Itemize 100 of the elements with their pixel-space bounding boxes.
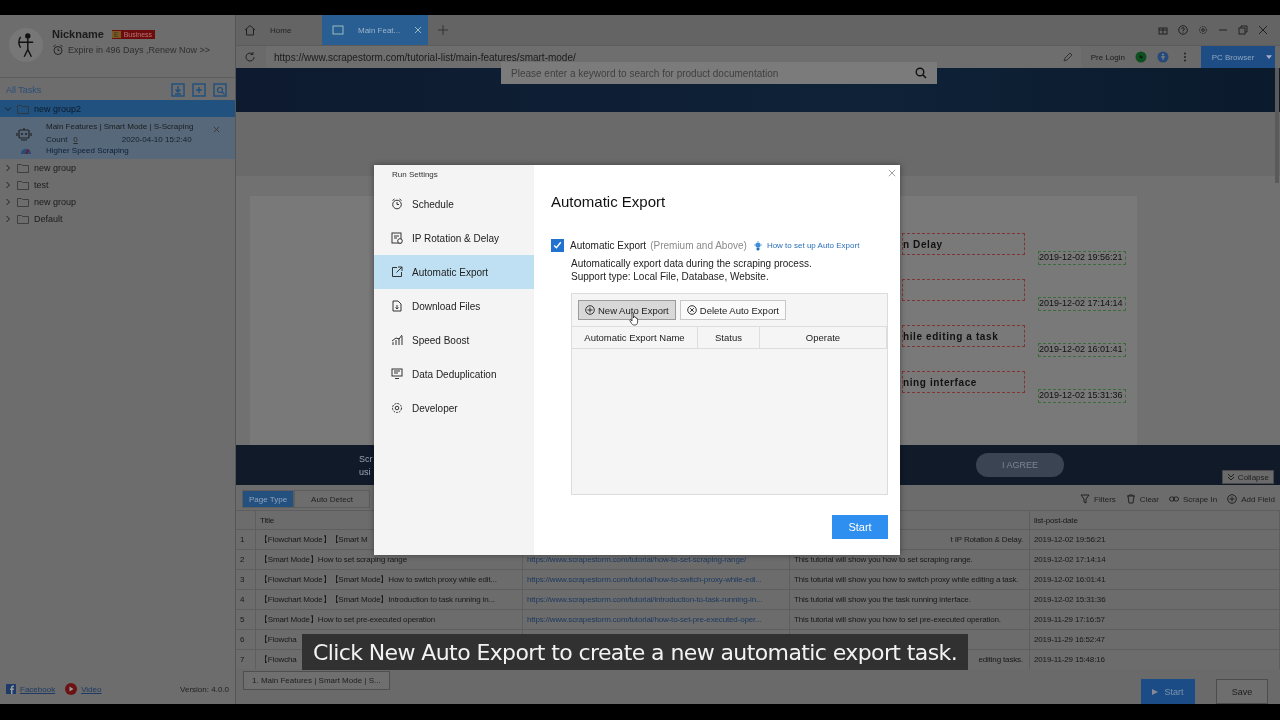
import-icon[interactable]	[171, 83, 185, 97]
lightbulb-icon	[752, 240, 763, 251]
reload-icon[interactable]	[244, 51, 256, 63]
trash-icon	[1125, 494, 1136, 504]
table-cell: This tutorial will show you how to set scraping range.	[794, 555, 973, 564]
bar-chart-icon	[391, 334, 403, 346]
count-label: Count	[46, 135, 68, 144]
pre-login-link[interactable]: Pre Login	[1090, 52, 1125, 62]
settings-nav-item[interactable]: Data Deduplication	[374, 357, 534, 391]
video-caption: Click New Auto Export to create a new automatic export task.	[302, 634, 968, 670]
settings-nav-item[interactable]: Speed Boost	[374, 323, 534, 357]
mode-tab[interactable]: Auto Detect	[294, 490, 370, 508]
post-date: 2019-12-02 19:56:21	[1038, 251, 1126, 265]
row-number: 6	[236, 630, 256, 649]
table-cell: https://www.scrapestorm.com/tutorial/how-to-set-pre-executed-oper...	[527, 615, 762, 624]
task-group[interactable]: test	[0, 176, 235, 193]
start-button[interactable]: Start	[1141, 679, 1195, 704]
tutorial-title[interactable]	[902, 279, 1025, 301]
robot-icon	[16, 126, 32, 142]
settings-nav-item[interactable]: Download Files	[374, 289, 534, 323]
toolbar-button[interactable]: Scrape In	[1163, 494, 1223, 504]
table-cell: https://www.scrapestorm.com/tutorial/introduction-to-task-running-in...	[527, 595, 763, 604]
browser-tab[interactable]: Main Feat...	[322, 15, 429, 45]
task-group[interactable]: new group	[0, 159, 235, 176]
collapse-button[interactable]: Collapse	[1221, 470, 1274, 484]
close-icon[interactable]	[888, 169, 896, 177]
settings-icon[interactable]	[1198, 25, 1208, 35]
settings-nav-item[interactable]: Automatic Export	[374, 255, 534, 289]
post-date: 2019-12-02 17:14:14	[1038, 297, 1126, 311]
pencil-icon[interactable]	[1062, 52, 1073, 62]
add-icon[interactable]	[192, 83, 206, 97]
post-date: 2019-12-02 16:01:41	[1038, 343, 1126, 357]
speedometer-icon	[20, 146, 32, 155]
avatar-icon[interactable]	[8, 27, 44, 63]
dialog-title: Run Settings	[391, 169, 438, 181]
hand-cursor-icon	[629, 312, 639, 326]
row-number: 5	[236, 610, 256, 629]
task-group[interactable]: new group2	[0, 100, 235, 117]
search-icon[interactable]	[915, 67, 927, 79]
toolbar-button[interactable]: Delete Auto Export	[679, 300, 786, 320]
tutorial-title[interactable]: hile editing a task	[902, 325, 1025, 347]
restore-icon[interactable]	[1238, 25, 1248, 35]
row-number: 4	[236, 590, 256, 609]
table-cell: 【Smart Mode】How to set pre-executed operation	[256, 610, 523, 629]
user-name: Nickname	[52, 28, 104, 40]
video-link[interactable]: Video	[81, 684, 102, 694]
table-cell: https://www.scrapestorm.com/tutorial/how-to-switch-proxy-while-edi...	[527, 575, 762, 584]
settings-nav-item[interactable]: Schedule	[374, 187, 534, 221]
help-link[interactable]: How to set up Auto Export	[766, 241, 860, 250]
cookie-text: usi	[359, 466, 372, 477]
table-cell: 2019-12-02 19:56:21	[1030, 530, 1280, 549]
close-icon[interactable]	[213, 126, 220, 133]
facebook-link[interactable]: Facebook	[20, 684, 56, 694]
link-icon	[1168, 494, 1179, 504]
toolbar-button[interactable]: New Auto Export	[578, 300, 676, 320]
toolbar-button[interactable]: Filters	[1075, 494, 1121, 504]
column-header: Automatic Export Name	[572, 327, 698, 348]
table-cell: https://www.scrapestorm.com/tutorial/how-to-set-scraping-range/	[527, 555, 747, 564]
status-icon[interactable]	[1135, 51, 1147, 63]
alarm-clock-icon	[52, 44, 64, 56]
new-tab-icon[interactable]	[438, 25, 449, 35]
toolbar-button[interactable]: Add Field	[1222, 494, 1280, 504]
table-cell: 【Flowchart Mode】【Smart Mode】How to switch proxy while edit...	[256, 570, 523, 589]
table-cell: 2019-12-02 16:01:41	[1030, 570, 1280, 589]
toolbar-button[interactable]: Clear	[1120, 494, 1164, 504]
task-group[interactable]: new group	[0, 193, 235, 210]
tutorial-title[interactable]: n Delay	[902, 233, 1025, 255]
save-button[interactable]: Save	[1216, 679, 1268, 704]
chevron-icon	[1226, 473, 1235, 481]
help-icon[interactable]	[1178, 25, 1188, 35]
checkbox[interactable]	[551, 239, 564, 252]
facebook-icon[interactable]	[6, 684, 16, 694]
export-icon	[391, 266, 403, 278]
post-date: 2019-12-02 15:31:36	[1038, 389, 1126, 403]
search-task-icon[interactable]	[213, 83, 227, 97]
tutorial-title[interactable]: ning interface	[902, 371, 1025, 393]
settings-nav-item[interactable]: Developer	[374, 391, 534, 425]
folder-icon	[17, 103, 29, 114]
list-clock-icon	[391, 232, 403, 244]
dialog-heading: Automatic Export	[551, 193, 667, 212]
mode-tab[interactable]: Page Type	[242, 490, 295, 508]
file-download-icon	[391, 300, 403, 312]
close-icon[interactable]	[414, 26, 423, 34]
column-header: Status	[698, 327, 760, 348]
table-cell: 2019-11-29 16:52:47	[1030, 630, 1280, 649]
remove-icon	[686, 305, 697, 315]
speed-link[interactable]: Higher Speed Scraping	[46, 146, 129, 155]
column-header: list-post-date	[1030, 511, 1280, 529]
accessibility-icon[interactable]	[1157, 51, 1169, 63]
video-icon[interactable]	[65, 683, 78, 695]
page-icon	[332, 24, 344, 36]
close-icon[interactable]	[1258, 25, 1268, 35]
description-text: Automatically export data during the scraping process.	[571, 258, 813, 269]
start-button[interactable]: Start	[832, 515, 888, 539]
table-cell: 2019-12-02 17:14:14	[1030, 550, 1280, 569]
cookie-text: Scr	[359, 453, 374, 464]
browser-mode-button[interactable]: PC Browser	[1201, 46, 1275, 68]
task-group[interactable]: Default	[0, 210, 235, 227]
settings-nav-item[interactable]: IP Rotation & Delay	[374, 221, 534, 255]
caret-icon	[1266, 55, 1273, 59]
